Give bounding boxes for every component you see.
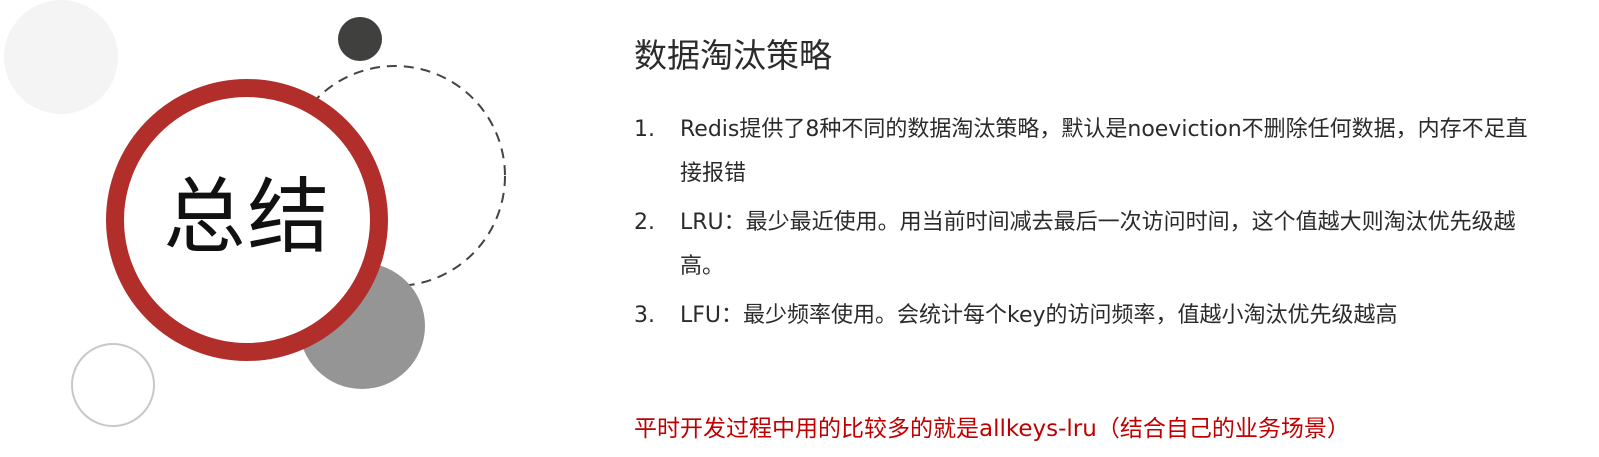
summary-slide: 总结 数据淘汰策略 1. Redis提供了8种不同的数据淘汰策略，默认是noev… — [0, 0, 1599, 457]
list-item-number: 1. — [634, 117, 655, 142]
page-title: 数据淘汰策略 — [634, 36, 832, 75]
strategy-list: 1. Redis提供了8种不同的数据淘汰策略，默认是noeviction不删除任… — [634, 108, 1554, 338]
list-item-number: 3. — [634, 303, 655, 328]
light-gray-circle-decoration — [4, 0, 118, 114]
list-item: 2. LRU：最少最近使用。用当前时间减去最后一次访问时间，这个值越大则淘汰优先… — [634, 201, 1554, 289]
summary-label: 总结 — [163, 170, 332, 265]
list-item-text: Redis提供了8种不同的数据淘汰策略，默认是noeviction不删除任何数据… — [680, 117, 1528, 186]
list-item-text: LFU：最少频率使用。会统计每个key的访问频率，值越小淘汰优先级越高 — [680, 303, 1398, 328]
list-item: 1. Redis提供了8种不同的数据淘汰策略，默认是noeviction不删除任… — [634, 108, 1554, 196]
list-item-text: LRU：最少最近使用。用当前时间减去最后一次访问时间，这个值越大则淘汰优先级越高… — [680, 210, 1516, 279]
outline-circle-decoration — [71, 343, 155, 427]
dark-gray-circle-decoration — [338, 17, 382, 61]
list-item-number: 2. — [634, 210, 655, 235]
highlighted-note: 平时开发过程中用的比较多的就是allkeys-lru（结合自己的业务场景） — [634, 416, 1350, 442]
list-item: 3. LFU：最少频率使用。会统计每个key的访问频率，值越小淘汰优先级越高 — [634, 294, 1554, 338]
strategy-content: 数据淘汰策略 1. Redis提供了8种不同的数据淘汰策略，默认是noevict… — [634, 32, 1554, 343]
